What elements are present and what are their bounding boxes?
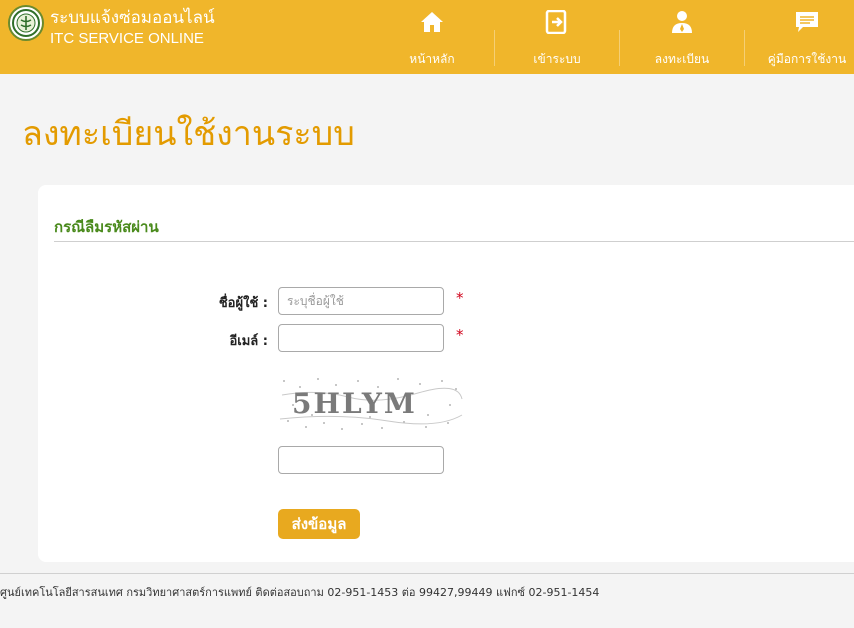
form-panel: กรณีลืมรหัสผ่าน ชื่อผู้ใช้ : * อีเมล์ : … <box>38 185 854 562</box>
manual-chat-icon <box>796 12 818 32</box>
page-title: ลงทะเบียนใช้งานระบบ <box>22 114 355 154</box>
user-register-icon <box>672 11 692 33</box>
nav-home[interactable]: หน้าหลัก <box>370 0 494 74</box>
login-icon <box>545 10 567 34</box>
nav-login[interactable]: เข้าระบบ <box>495 0 619 74</box>
captcha-input[interactable] <box>278 446 444 474</box>
brand-subtitle[interactable]: ITC SERVICE ONLINE <box>50 30 204 47</box>
dmsc-logo-icon[interactable] <box>8 5 44 41</box>
nav-home-label: หน้าหลัก <box>409 52 455 66</box>
email-input[interactable] <box>278 324 444 352</box>
captcha-image: 5HLYM <box>278 375 464 433</box>
username-label: ชื่อผู้ใช้ : <box>218 296 268 311</box>
required-mark: * <box>456 289 464 307</box>
brand-title[interactable]: ระบบแจ้งซ่อมออนไลน์ <box>50 8 215 28</box>
captcha-text: 5HLYM <box>292 387 417 420</box>
footer-contact-text: ศูนย์เทคโนโลยีสารสนเทศ กรมวิทยาศาสตร์การ… <box>0 586 600 599</box>
nav-manual[interactable]: คู่มือการใช้งาน <box>745 0 854 74</box>
nav-manual-label: คู่มือการใช้งาน <box>767 52 847 66</box>
footer-divider <box>0 573 854 574</box>
email-label: อีเมล์ : <box>229 334 268 349</box>
section-title: กรณีลืมรหัสผ่าน <box>54 218 159 236</box>
nav-register[interactable]: ลงทะเบียน <box>620 0 744 74</box>
username-input[interactable] <box>278 287 444 315</box>
home-icon <box>421 12 443 32</box>
top-header: ระบบแจ้งซ่อมออนไลน์ ITC SERVICE ONLINE ห… <box>0 0 854 74</box>
section-divider <box>54 241 854 242</box>
submit-button[interactable]: ส่งข้อมูล <box>278 509 360 539</box>
nav-register-label: ลงทะเบียน <box>654 52 710 66</box>
required-mark: * <box>456 326 464 344</box>
nav-login-label: เข้าระบบ <box>533 52 581 66</box>
